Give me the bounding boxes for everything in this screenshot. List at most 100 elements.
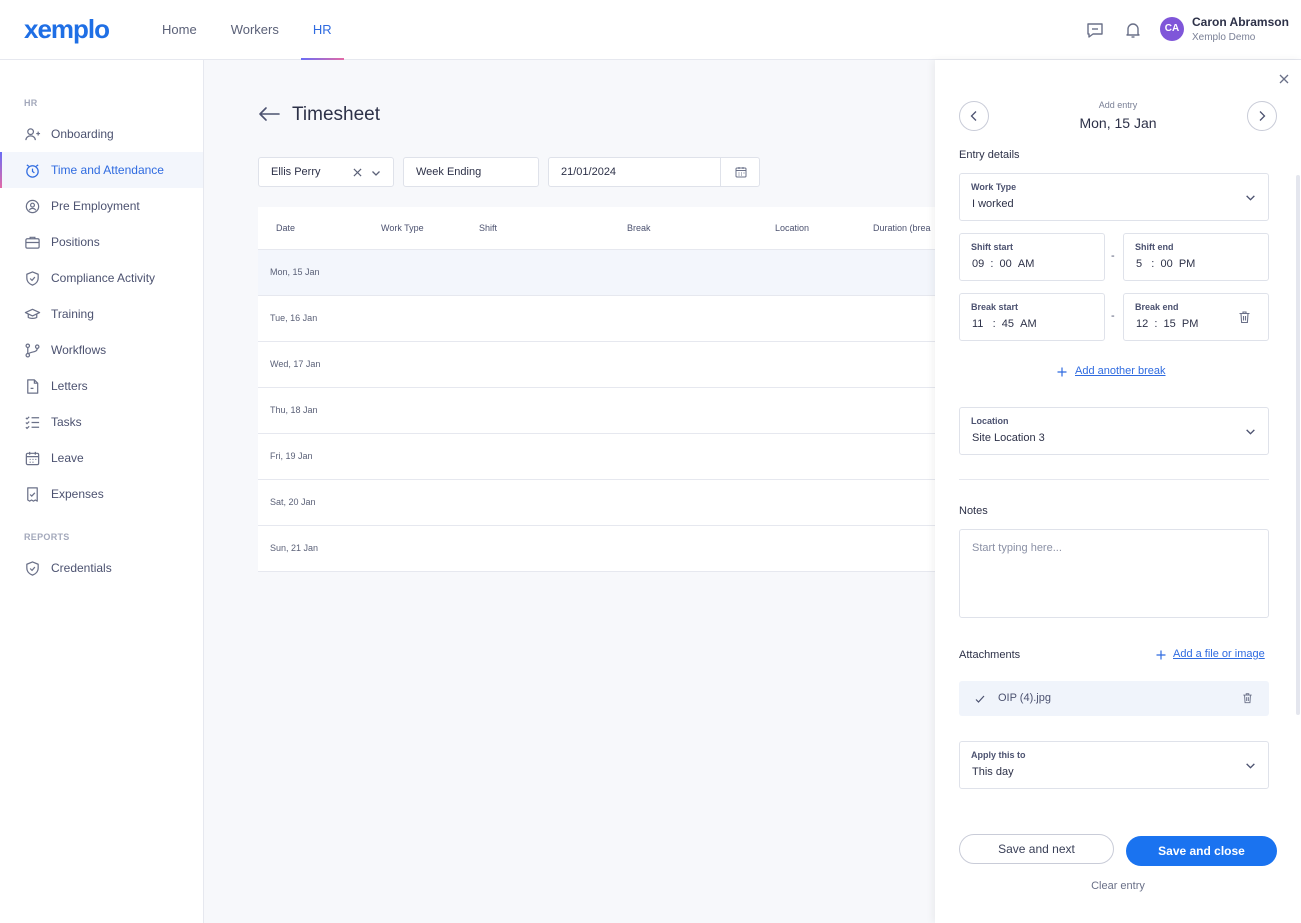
add-file-link[interactable]: Add a file or image [1173,648,1265,660]
column-header[interactable]: Duration (brea [873,223,931,233]
user-org: Xemplo Demo [1192,32,1256,43]
column-header[interactable]: Date [276,223,295,233]
clear-icon[interactable] [353,168,362,177]
notes-textarea[interactable] [959,529,1269,618]
sidebar-item-label: Letters [51,379,88,393]
break-end-field[interactable]: Break end 12 : 15 PM [1123,293,1269,341]
calendar-button[interactable] [720,157,761,187]
nav-hr[interactable]: HR [300,0,344,60]
column-header[interactable]: Location [775,223,809,233]
time-minutes[interactable]: 15 [1164,318,1176,330]
clear-entry-link[interactable]: Clear entry [935,880,1301,892]
location-select[interactable]: Location Site Location 3 [959,407,1269,455]
xemplo-logo[interactable]: xemplo [24,14,110,45]
time-minutes[interactable]: 00 [1000,258,1012,270]
trash-icon[interactable] [1238,310,1251,324]
sidebar-item-label: Time and Attendance [51,163,164,177]
sidebar-section-reports: REPORTS [24,532,70,542]
time-minutes[interactable]: 45 [1002,318,1014,330]
time-hours[interactable]: 11 [972,318,983,330]
notes-label: Notes [959,505,988,517]
table-row[interactable]: Fri, 19 Jan [258,434,935,480]
table-row[interactable]: Sun, 21 Jan [258,526,935,572]
sidebar-item-label: Expenses [51,487,104,501]
scrollbar[interactable] [1296,175,1300,715]
sidebar-item-positions[interactable]: Positions [0,224,203,260]
table-row[interactable]: Tue, 16 Jan [258,296,935,342]
shift-end-field[interactable]: Shift end 5 : 00 PM [1123,233,1269,281]
period-type-select[interactable]: Week Ending [403,157,539,187]
time-hours[interactable]: 5 [1136,258,1142,270]
user-name[interactable]: Caron Abramson [1192,15,1289,29]
column-header[interactable]: Shift [479,223,497,233]
bell-icon[interactable] [1123,20,1143,40]
time-hours[interactable]: 09 [972,258,984,270]
table-header: Date Work Type Shift Break Location Dura… [258,207,935,250]
date-input-value: 21/01/2024 [561,166,617,178]
field-value: This day [972,766,1014,778]
shift-start-field[interactable]: Shift start 09 : 00 AM [959,233,1105,281]
sidebar-item-label: Workflows [51,343,107,357]
document-icon [27,378,39,394]
sidebar-item-label: Credentials [51,561,112,575]
drawer-subtitle: Add entry [1098,100,1138,110]
trash-icon[interactable] [1242,692,1253,704]
field-label: Apply this to [971,750,1026,760]
sidebar-item-onboarding[interactable]: Onboarding [0,116,203,152]
attachment-name[interactable]: OIP (4).jpg [998,692,1051,704]
checklist-icon [25,415,40,429]
time-ampm[interactable]: PM [1182,318,1199,330]
sidebar-item-workflows[interactable]: Workflows [0,332,203,368]
sidebar-item-leave[interactable]: Leave [0,440,203,476]
field-label: Shift start [971,242,1014,252]
back-arrow-icon[interactable] [258,106,280,122]
apply-to-select[interactable]: Apply this to This day [959,741,1269,789]
save-and-close-button[interactable]: Save and close [1126,836,1277,866]
avatar[interactable]: CA [1160,17,1184,41]
chat-icon[interactable] [1085,20,1105,40]
time-value: 11 : 45 AM [972,318,1037,330]
plus-icon [1057,367,1067,377]
worker-select[interactable]: Ellis Perry [258,157,394,187]
sidebar-item-time-and-attendance[interactable]: Time and Attendance [0,152,203,188]
time-minutes[interactable]: 00 [1160,258,1172,270]
table-row[interactable]: Mon, 15 Jan [258,250,935,296]
column-header[interactable]: Work Type [381,223,424,233]
sidebar-item-label: Tasks [51,415,82,429]
sidebar-item-compliance-activity[interactable]: Compliance Activity [0,260,203,296]
sidebar-item-label: Positions [51,235,100,249]
break-start-field[interactable]: Break start 11 : 45 AM [959,293,1105,341]
date-input[interactable]: 21/01/2024 [548,157,760,187]
close-icon[interactable] [1277,72,1291,86]
next-day-button[interactable] [1247,101,1277,131]
nav-workers[interactable]: Workers [219,0,291,60]
work-type-select[interactable]: Work Type I worked [959,173,1269,221]
main-nav: Home Workers HR [150,0,354,60]
nav-home[interactable]: Home [150,0,209,60]
time-hours[interactable]: 12 [1136,318,1148,330]
sidebar-item-letters[interactable]: Letters [0,368,203,404]
time-ampm[interactable]: PM [1179,258,1196,270]
receipt-icon [27,486,38,502]
time-ampm[interactable]: AM [1018,258,1035,270]
field-label: Location [971,416,1009,426]
sidebar-item-credentials[interactable]: Credentials [0,550,203,586]
add-another-break-link[interactable]: Add another break [1075,365,1166,377]
field-label: Break end [1135,302,1179,312]
briefcase-icon [25,236,40,249]
table-row[interactable]: Thu, 18 Jan [258,388,935,434]
table-row[interactable]: Wed, 17 Jan [258,342,935,388]
time-ampm[interactable]: AM [1020,318,1037,330]
sidebar-item-tasks[interactable]: Tasks [0,404,203,440]
sidebar-item-expenses[interactable]: Expenses [0,476,203,512]
check-icon [975,695,985,703]
sidebar-item-training[interactable]: Training [0,296,203,332]
save-and-next-button[interactable]: Save and next [959,834,1114,864]
sidebar-item-label: Leave [51,451,84,465]
sidebar-item-pre-employment[interactable]: Pre Employment [0,188,203,224]
user-plus-icon [25,127,41,140]
row-date: Sun, 21 Jan [270,543,319,553]
chevron-down-icon [1246,763,1255,769]
column-header[interactable]: Break [627,223,651,233]
table-row[interactable]: Sat, 20 Jan [258,480,935,526]
